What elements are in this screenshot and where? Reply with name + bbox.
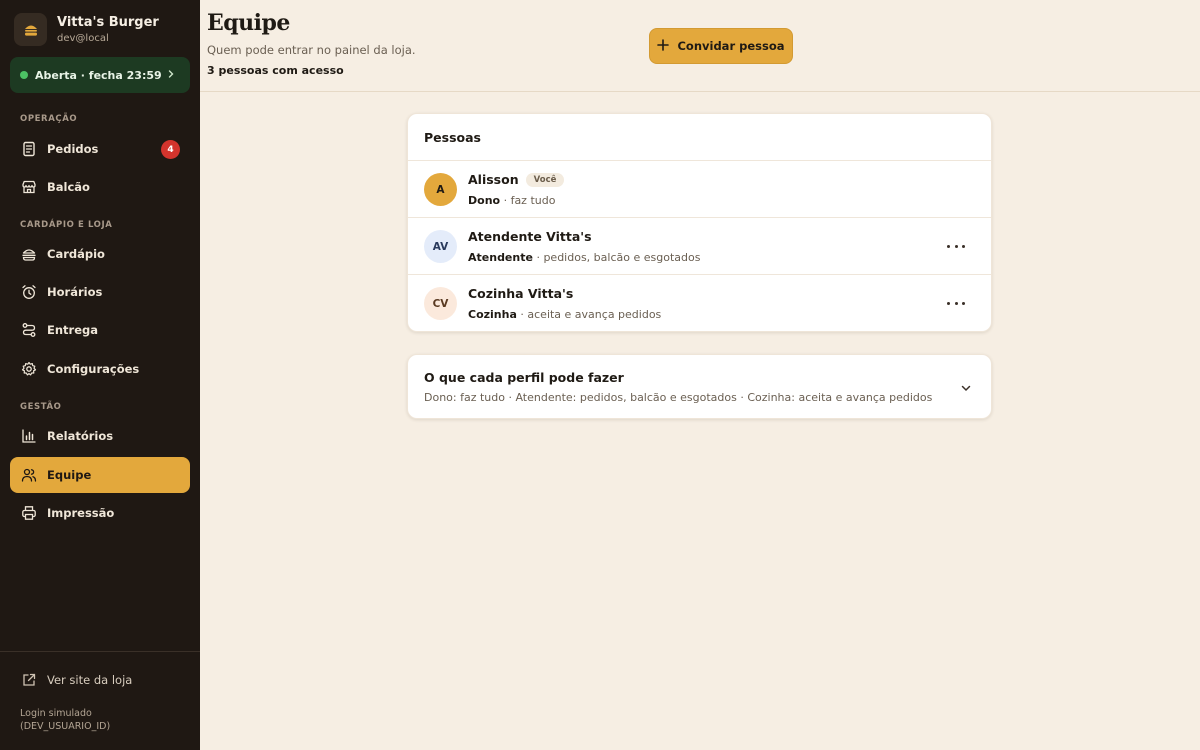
orders-count-badge: 4 — [161, 140, 180, 159]
sidebar-item-equipe[interactable]: Equipe — [10, 457, 190, 493]
person-row-cozinha[interactable]: CV Cozinha Vitta's Cozinha · aceita e av… — [408, 275, 991, 332]
view-store-site-link[interactable]: Ver site da loja — [20, 671, 132, 689]
sidebar-item-entrega[interactable]: Entrega — [10, 312, 190, 348]
sidebar-item-balcao[interactable]: Balcão — [10, 169, 190, 205]
external-link-icon — [20, 671, 38, 689]
people-card-title: Pessoas — [408, 114, 991, 161]
role-permissions-summary: Dono: faz tudo · Atendente: pedidos, bal… — [424, 391, 933, 404]
sidebar-item-label: Configurações — [47, 362, 140, 376]
page-subtitle: Quem pode entrar no painel da loja. — [207, 43, 416, 57]
sidebar-item-configuracoes[interactable]: Configurações — [10, 351, 190, 387]
store-status-button[interactable]: Aberta · fecha 23:59 — [10, 57, 190, 93]
gear-icon — [20, 360, 38, 378]
more-options-icon[interactable] — [947, 238, 965, 254]
sidebar-item-label: Balcão — [47, 180, 90, 194]
avatar: CV — [424, 287, 457, 320]
store-icon — [20, 178, 38, 196]
sidebar-item-label: Horários — [47, 285, 103, 299]
sidebar: Vitta's Burger dev@local Aberta · fecha … — [0, 0, 200, 750]
person-role: Cozinha · aceita e avança pedidos — [468, 308, 661, 321]
brand[interactable]: Vitta's Burger dev@local — [14, 13, 159, 46]
role-description: · faz tudo — [503, 194, 556, 207]
person-name: Cozinha Vitta's — [468, 286, 574, 301]
person-row-atendente[interactable]: AV Atendente Vitta's Atendente · pedidos… — [408, 218, 991, 275]
route-icon — [20, 321, 38, 339]
sidebar-divider — [0, 651, 200, 652]
sidebar-item-label: Pedidos — [47, 142, 99, 156]
burger-icon — [20, 245, 38, 263]
chevron-right-icon — [168, 70, 174, 78]
person-row-alisson[interactable]: A Alisson Você Dono · faz tudo — [408, 161, 991, 218]
status-dot-icon — [20, 71, 28, 79]
role-description: · aceita e avança pedidos — [520, 308, 662, 321]
printer-icon — [20, 504, 38, 522]
sidebar-item-relatorios[interactable]: Relatórios — [10, 418, 190, 454]
sidebar-item-pedidos[interactable]: Pedidos 4 — [10, 131, 190, 167]
simulated-login-note: Login simulado (DEV_USUARIO_ID) — [20, 708, 111, 732]
person-name: Atendente Vitta's — [468, 229, 592, 244]
view-store-site-label: Ver site da loja — [47, 673, 133, 687]
avatar: A — [424, 173, 457, 206]
you-badge: Você — [525, 172, 565, 187]
role-name: Atendente — [468, 251, 533, 264]
invite-person-label: Convidar pessoa — [677, 39, 785, 53]
section-label-gestao: GESTÃO — [20, 402, 62, 412]
person-role: Dono · faz tudo — [468, 194, 555, 207]
bar-chart-icon — [20, 427, 38, 445]
people-count: 3 pessoas com acesso — [207, 64, 344, 77]
store-name: Vitta's Burger — [57, 14, 159, 30]
sidebar-item-label: Cardápio — [47, 247, 105, 261]
avatar: AV — [424, 230, 457, 263]
alarm-clock-icon — [20, 283, 38, 301]
sidebar-item-horarios[interactable]: Horários — [10, 274, 190, 310]
burger-logo-icon — [14, 13, 47, 46]
sidebar-item-impressao[interactable]: Impressão — [10, 495, 190, 531]
more-options-icon[interactable] — [947, 295, 965, 311]
role-name: Dono — [468, 194, 501, 207]
receipt-icon — [20, 140, 38, 158]
people-card: Pessoas A Alisson Você Dono · faz tudo A… — [407, 113, 992, 332]
section-label-operacao: OPERAÇÃO — [20, 114, 78, 124]
person-name: Alisson — [468, 172, 519, 187]
invite-person-button[interactable]: Convidar pessoa — [649, 28, 793, 64]
sidebar-item-label: Equipe — [47, 468, 92, 482]
users-icon — [20, 466, 38, 484]
sidebar-item-label: Entrega — [47, 323, 99, 337]
user-email: dev@local — [57, 32, 109, 44]
status-label: Aberta · fecha 23:59 — [35, 68, 162, 82]
role-permissions-accordion[interactable]: O que cada perfil pode fazer Dono: faz t… — [407, 354, 992, 419]
page-title: Equipe — [207, 10, 290, 36]
person-role: Atendente · pedidos, balcão e esgotados — [468, 251, 700, 264]
sidebar-item-label: Impressão — [47, 506, 115, 520]
role-name: Cozinha — [468, 308, 517, 321]
plus-icon — [657, 38, 670, 54]
role-permissions-title: O que cada perfil pode fazer — [424, 370, 624, 385]
chevron-down-icon — [961, 385, 971, 392]
sidebar-item-label: Relatórios — [47, 429, 114, 443]
role-description: · pedidos, balcão e esgotados — [536, 251, 701, 264]
sidebar-item-cardapio[interactable]: Cardápio — [10, 236, 190, 272]
section-label-cardapio-loja: CARDÁPIO E LOJA — [20, 220, 113, 230]
